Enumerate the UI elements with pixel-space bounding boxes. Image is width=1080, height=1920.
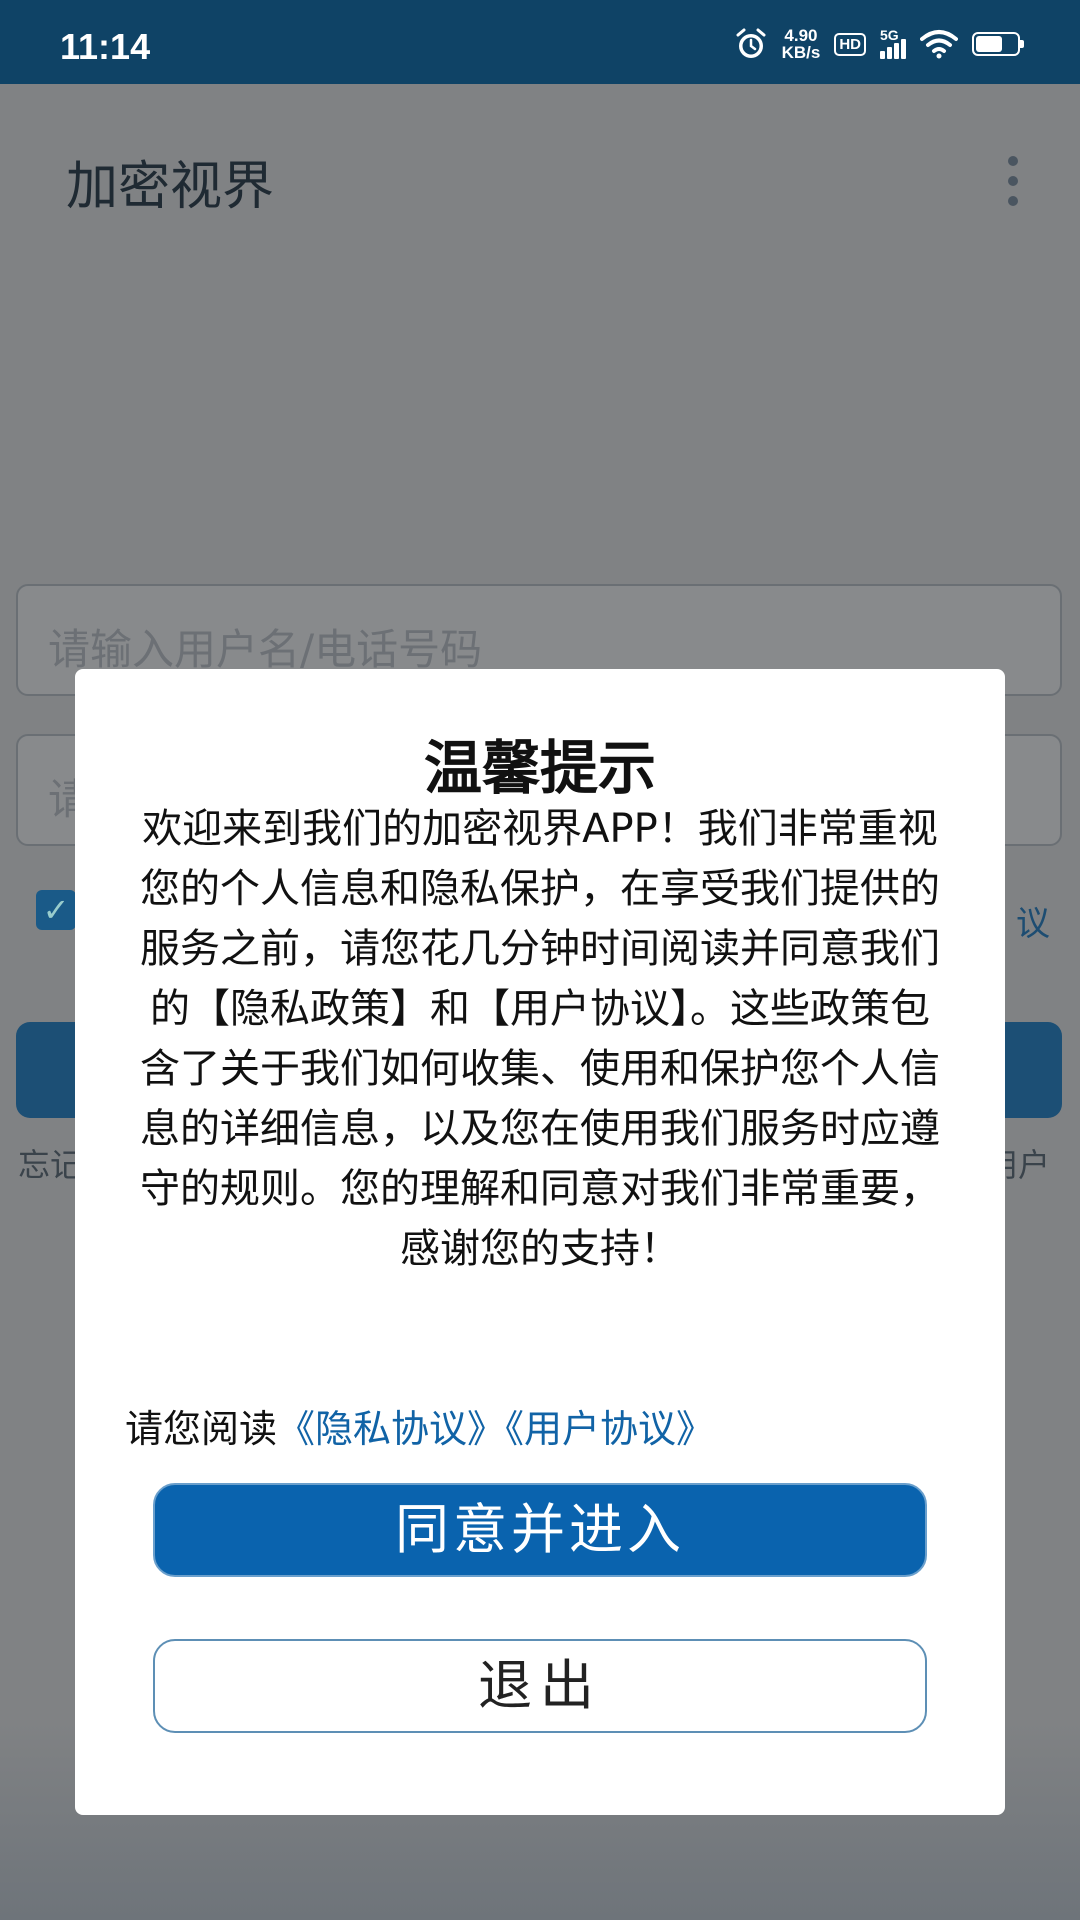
privacy-policy-link[interactable]: 《隐私协议》: [277, 1407, 505, 1451]
more-menu-icon[interactable]: [1008, 156, 1020, 216]
alarm-icon: [736, 28, 766, 58]
network-speed-value: 4.90: [784, 26, 818, 45]
user-agreement-link[interactable]: 《用户协议》: [505, 1407, 714, 1451]
dialog-message: 欢迎来到我们的加密视界APP！我们非常重视您的个人信息和隐私保护，在享受我们提供…: [140, 806, 940, 1272]
status-time: 11:14: [60, 26, 151, 67]
network-speed-unit: KB/s: [781, 43, 821, 62]
agreement-links-row: 请您阅读《隐私协议》《用户协议》: [125, 1398, 714, 1453]
status-bar: 11:14 4.90 KB/s HD 5G: [0, 0, 1080, 84]
forgot-password-link[interactable]: 忘记: [18, 1140, 82, 1186]
signal-5g-icon: 5G: [880, 27, 906, 59]
read-prefix: 请您阅读: [125, 1407, 278, 1451]
dialog-title: 温馨提示: [423, 734, 656, 802]
agreement-link-fragment[interactable]: 议: [1016, 896, 1050, 945]
battery-icon: [972, 32, 1024, 56]
agree-button[interactable]: 同意并进入: [153, 1483, 927, 1577]
username-placeholder: 请输入用户名/电话号码: [48, 625, 483, 674]
network-type-label: 5G: [880, 27, 899, 43]
network-speed: 4.90 KB/s: [782, 27, 821, 61]
hd-icon: HD: [834, 32, 866, 56]
exit-button[interactable]: 退出: [153, 1639, 927, 1733]
agreement-checkbox[interactable]: ✓: [36, 890, 76, 930]
app-title: 加密视界: [66, 157, 275, 217]
privacy-dialog: 温馨提示 欢迎来到我们的加密视界APP！我们非常重视您的个人信息和隐私保护，在享…: [75, 669, 1005, 1815]
status-icons: 4.90 KB/s HD 5G: [734, 24, 1024, 64]
wifi-icon: [920, 30, 958, 59]
